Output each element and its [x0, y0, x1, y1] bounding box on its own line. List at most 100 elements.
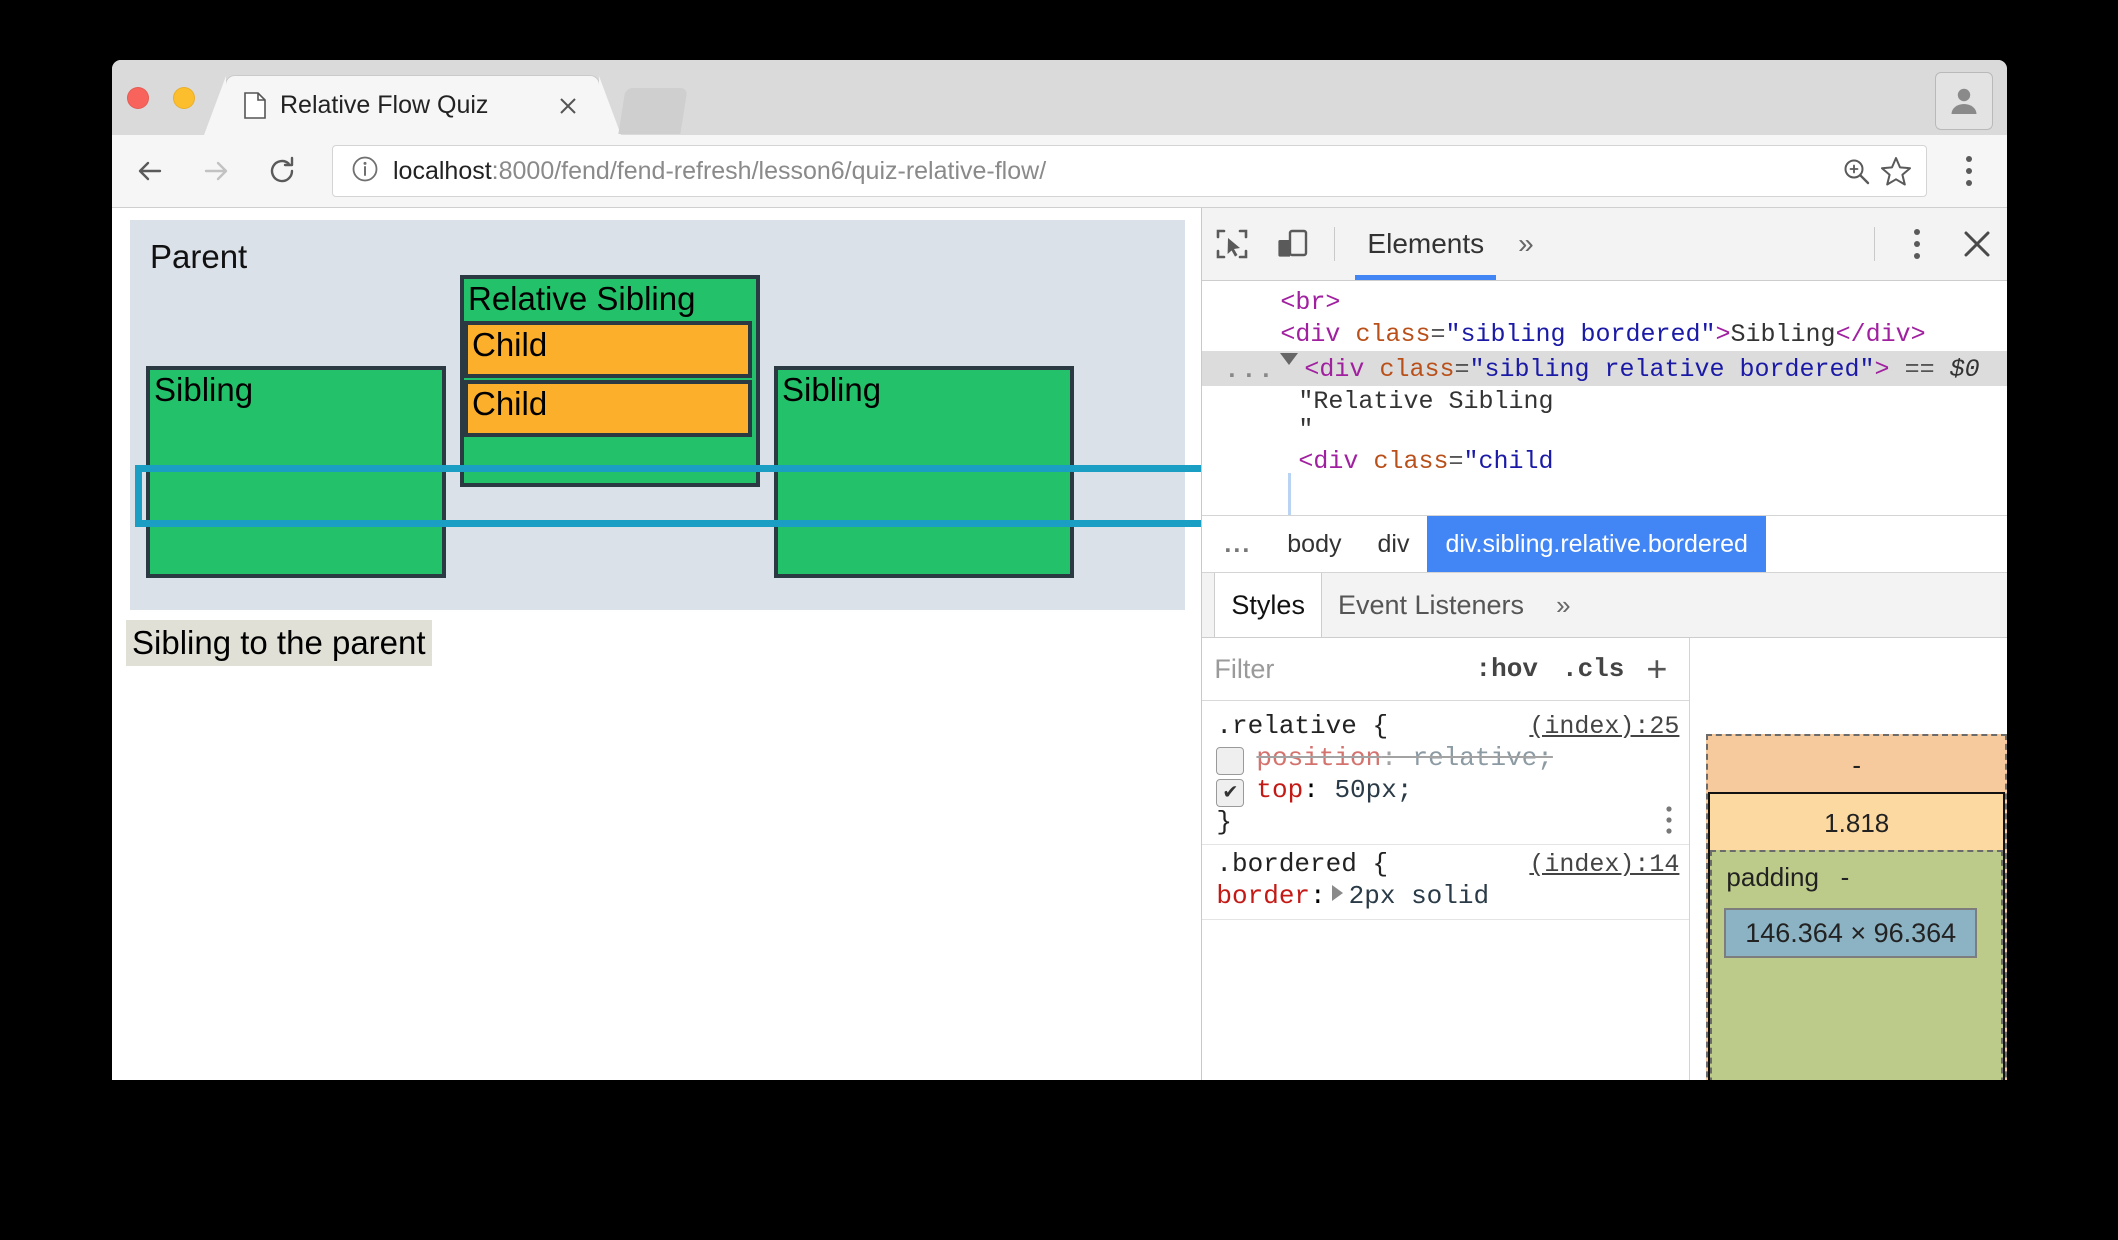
chevron-down-icon[interactable]: [1280, 353, 1299, 373]
dom-node-child[interactable]: <div class="child: [1202, 446, 2007, 478]
css-source-link[interactable]: (index):25: [1529, 712, 1679, 743]
dom-node-sibling[interactable]: <div class="sibling bordered">Sibling</d…: [1202, 319, 2007, 351]
screenshot-root: Relative Flow Quiz localhost:8000/fend/f…: [0, 0, 2118, 1240]
margin-top-value[interactable]: -: [1708, 750, 2005, 781]
declaration-text: border: 2px solid: [1216, 881, 1689, 913]
back-button-icon[interactable]: [122, 143, 178, 199]
dom-node-selected[interactable]: ... <div class="sibling relative bordere…: [1202, 351, 2007, 386]
content-split: Parent Sibling Relative Sibling Child Ch…: [112, 208, 2007, 1080]
declaration-checkbox[interactable]: [1216, 746, 1245, 775]
tab-close-icon[interactable]: [551, 89, 585, 123]
forward-button-icon[interactable]: [188, 143, 244, 199]
avatar[interactable]: [1935, 72, 1993, 130]
close-window-button[interactable]: [127, 87, 149, 109]
address-bar[interactable]: localhost:8000/fend/fend-refresh/lesson6…: [332, 145, 1927, 197]
dom-token: <div: [1280, 320, 1356, 349]
css-property[interactable]: border: [1216, 881, 1310, 911]
more-styles-tabs-icon[interactable]: »: [1540, 573, 1586, 637]
css-source-link[interactable]: (index):14: [1529, 850, 1679, 881]
tab-elements[interactable]: Elements: [1347, 208, 1504, 280]
css-colon: :: [1310, 881, 1326, 912]
css-property[interactable]: position: [1256, 743, 1381, 773]
new-style-rule-button[interactable]: +: [1636, 651, 1677, 687]
browser-toolbar: localhost:8000/fend/fend-refresh/lesson6…: [112, 135, 2007, 208]
box-model-margin[interactable]: - 1.818 padding - 146.364 × 96.364 -: [1706, 734, 2007, 1080]
dom-tree[interactable]: <br> <div class="sibling bordered">Sibli…: [1202, 281, 2007, 515]
browser-tab-active[interactable]: Relative Flow Quiz: [204, 76, 621, 135]
css-colon: :: [1303, 774, 1335, 805]
browser-menu-icon[interactable]: [1943, 143, 1995, 199]
dom-token: </div>: [1835, 320, 1926, 349]
css-declaration-border[interactable]: border: 2px solid: [1202, 881, 1689, 913]
more-panels-icon[interactable]: »: [1504, 208, 1548, 280]
css-selector[interactable]: .relative {: [1216, 711, 1388, 743]
parent-box: Parent Sibling Relative Sibling Child Ch…: [130, 220, 1202, 610]
padding-label: padding -: [1726, 862, 1849, 893]
zoom-in-icon[interactable]: [1836, 156, 1876, 186]
inspect-element-icon[interactable]: [1202, 214, 1262, 274]
padding-label-text: padding: [1726, 862, 1819, 892]
breadcrumb-item-selected[interactable]: div.sibling.relative.bordered: [1427, 516, 1766, 572]
box-model-content[interactable]: 146.364 × 96.364: [1724, 908, 1977, 958]
styles-pane-tabs: Styles Event Listeners »: [1202, 573, 2007, 638]
css-rules-list: .relative { (index):25 position: relativ…: [1202, 701, 1690, 1080]
new-tab-button[interactable]: [618, 88, 688, 134]
css-rule-menu-icon[interactable]: [1665, 805, 1673, 836]
page-viewport: Parent Sibling Relative Sibling Child Ch…: [112, 208, 1202, 1080]
box-model-padding[interactable]: padding - 146.364 × 96.364 -: [1710, 850, 2003, 1080]
star-icon[interactable]: [1876, 155, 1916, 187]
tab-styles[interactable]: Styles: [1214, 573, 1322, 637]
breadcrumb-item-div[interactable]: div: [1359, 516, 1427, 572]
css-value[interactable]: 2px solid: [1349, 881, 1489, 911]
parent-label: Parent: [150, 238, 248, 275]
toolbar-divider: [1334, 227, 1336, 261]
info-circle-icon[interactable]: [351, 155, 379, 188]
box-model-border[interactable]: 1.818 padding - 146.364 × 96.364 -: [1708, 792, 2005, 1080]
css-declaration-position[interactable]: position: relative;: [1202, 743, 1689, 775]
declaration-checkbox[interactable]: ✔: [1216, 778, 1245, 807]
dom-node-br[interactable]: <br>: [1202, 287, 2007, 319]
border-top-value[interactable]: 1.818: [1710, 808, 2003, 839]
dom-node-badge[interactable]: ...: [1224, 357, 1275, 385]
dom-token: "child: [1463, 447, 1554, 476]
css-value[interactable]: relative;: [1412, 743, 1552, 773]
dom-token: >: [1715, 320, 1731, 349]
reload-button-icon[interactable]: [254, 143, 310, 199]
dom-token: =: [1430, 320, 1446, 349]
css-selector[interactable]: .bordered {: [1216, 849, 1388, 881]
breadcrumb: ... body div div.sibling.relative.border…: [1202, 515, 2007, 573]
tab-strip: Relative Flow Quiz: [112, 60, 2007, 135]
dom-node-text[interactable]: "Relative Sibling ": [1202, 386, 2007, 446]
css-declaration-top[interactable]: ✔ top: 50px;: [1202, 775, 1689, 807]
child-box-1: Child: [464, 320, 752, 378]
css-value[interactable]: 50px;: [1334, 775, 1412, 805]
devtools-panel: Elements » <br> <div class="sibling bord…: [1201, 208, 2007, 1080]
url-host: localhost: [393, 156, 492, 185]
css-property[interactable]: top: [1256, 775, 1303, 805]
expand-shorthand-icon[interactable]: [1331, 885, 1343, 902]
styles-filter-input[interactable]: Filter: [1214, 654, 1463, 685]
desktop-background: [0, 1080, 2118, 1240]
dom-token: "sibling bordered": [1445, 320, 1716, 349]
breadcrumb-item-body[interactable]: body: [1269, 516, 1359, 572]
css-rule-header: .relative { (index):25: [1202, 711, 1689, 743]
sibling-right-label: Sibling: [782, 371, 882, 408]
dom-token: class: [1355, 320, 1431, 349]
styles-filter-row: Filter :hov .cls +: [1202, 638, 1690, 701]
css-rule-header: .bordered { (index):14: [1202, 849, 1689, 881]
device-toolbar-icon[interactable]: [1262, 214, 1322, 274]
toggle-pseudo-class-button[interactable]: :hov: [1464, 654, 1550, 684]
padding-top-value[interactable]: -: [1841, 862, 1850, 892]
close-devtools-icon[interactable]: [1947, 214, 2007, 274]
declaration-text: position: relative;: [1256, 743, 1689, 775]
minimize-window-button[interactable]: [173, 87, 195, 109]
dom-token: =: [1454, 355, 1470, 384]
tab-title: Relative Flow Quiz: [280, 91, 489, 119]
breadcrumb-overflow[interactable]: ...: [1202, 516, 1269, 572]
url-path: :8000/fend/fend-refresh/lesson6/quiz-rel…: [491, 156, 1047, 185]
tab-event-listeners[interactable]: Event Listeners: [1322, 573, 1540, 637]
toggle-class-button[interactable]: .cls: [1550, 654, 1636, 684]
devtools-menu-icon[interactable]: [1887, 214, 1947, 274]
dom-token: Sibling: [1730, 320, 1836, 349]
child-label-2: Child: [472, 384, 548, 422]
